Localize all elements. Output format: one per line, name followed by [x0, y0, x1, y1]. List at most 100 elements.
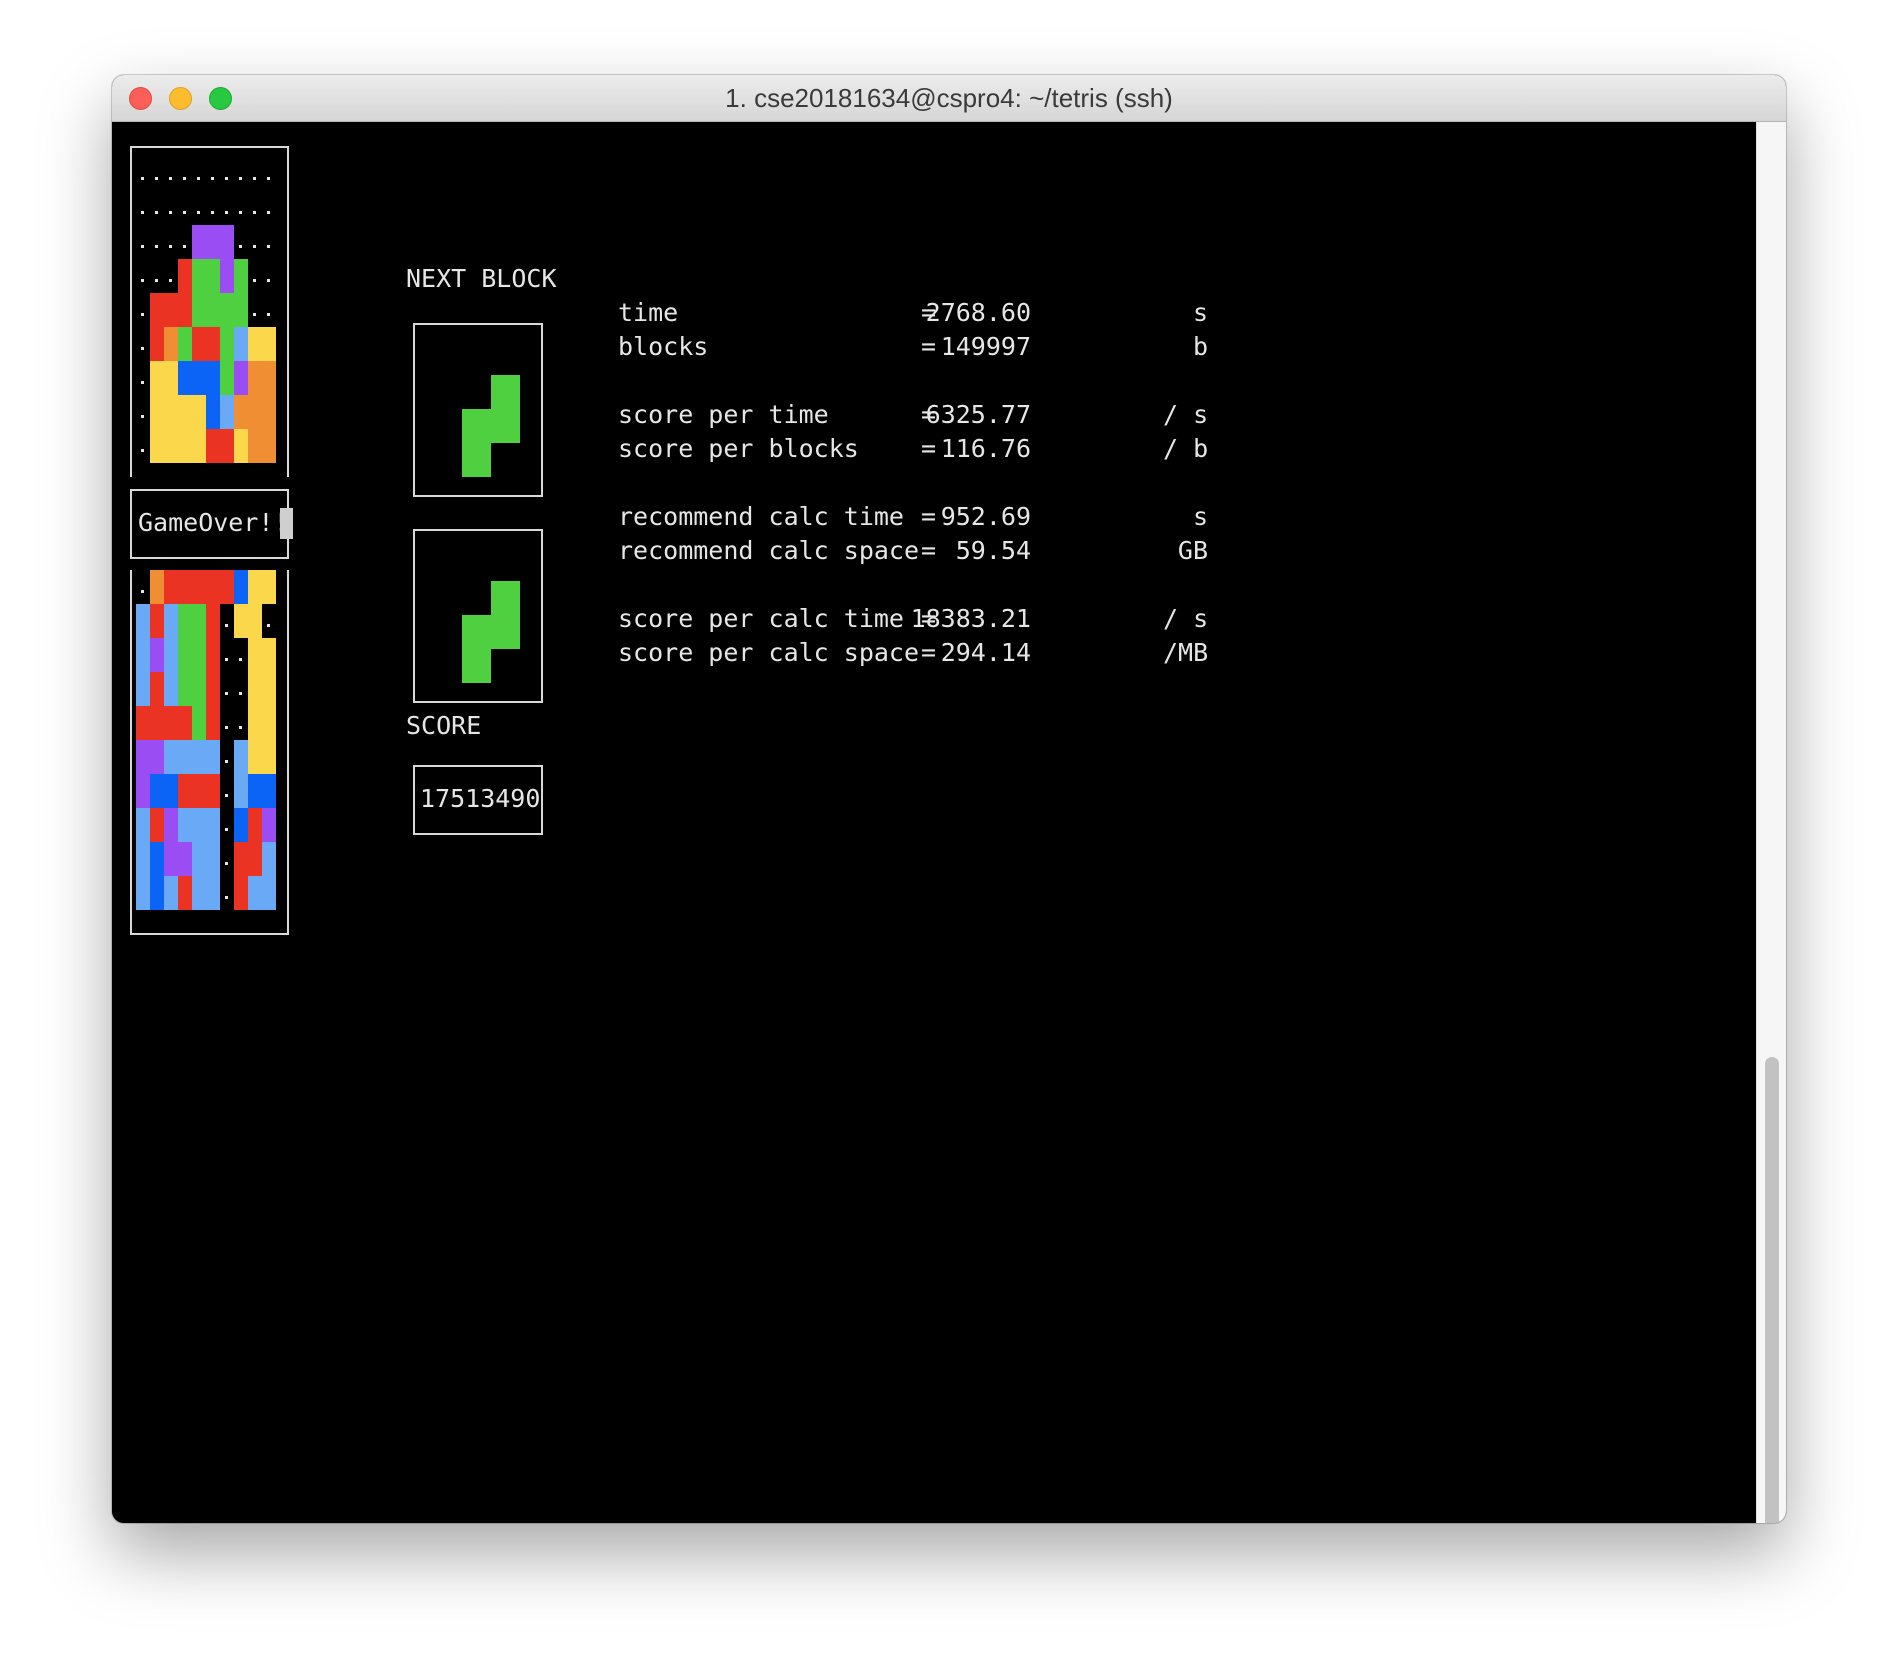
block-cell [234, 740, 248, 774]
block-cell [262, 638, 276, 672]
block-cell [150, 774, 164, 808]
empty-cell [169, 177, 172, 180]
empty-cell [141, 313, 144, 316]
stat-label: score per blocks [618, 434, 859, 463]
empty-cell [169, 279, 172, 282]
block-cell [192, 774, 206, 808]
scrollbar[interactable] [1756, 122, 1786, 1523]
empty-cell [197, 177, 200, 180]
block-cell [164, 429, 178, 463]
block-cell [262, 672, 276, 706]
block-cell [164, 876, 178, 910]
block-cell [164, 293, 178, 327]
block-cell [248, 740, 262, 774]
stat-label: recommend calc space [618, 536, 920, 565]
block-cell [150, 638, 164, 672]
empty-cell [267, 245, 270, 248]
block-cell [206, 842, 220, 876]
empty-cell [225, 211, 228, 214]
block-cell [234, 808, 248, 842]
block-cell [192, 604, 206, 638]
block-cell [178, 672, 192, 706]
stat-label: score per time [618, 400, 829, 429]
stat-unit: s [1192, 298, 1208, 327]
block-cell [164, 808, 178, 842]
empty-cell [141, 415, 144, 418]
stat-unit: / b [1163, 434, 1209, 463]
next-block-preview [413, 323, 543, 497]
title-bar[interactable]: 1. cse20181634@cspro4: ~/tetris (ssh) [112, 75, 1786, 122]
block-cell [234, 395, 248, 429]
empty-cell [183, 245, 186, 248]
game-over-box: GameOver!! [130, 489, 293, 559]
block-cell [178, 429, 192, 463]
stat-label: score per calc time [618, 604, 904, 633]
stat-equals: = [921, 536, 937, 565]
block-cell [150, 842, 164, 876]
next-block-label: NEXT BLOCK [406, 264, 557, 293]
empty-cell [155, 245, 158, 248]
stat-value: 59.54 [955, 536, 1031, 565]
block-cell [192, 361, 206, 395]
block-cell [192, 570, 206, 604]
stat-unit: / s [1163, 400, 1209, 429]
block-cell [178, 570, 192, 604]
block-cell [136, 808, 150, 842]
scrollbar-thumb[interactable] [1765, 1057, 1779, 1523]
stat-unit: / s [1163, 604, 1209, 633]
empty-cell [225, 624, 228, 627]
block-cell [206, 259, 220, 293]
stat-value: 2768.60 [925, 298, 1031, 327]
block-cell [178, 604, 192, 638]
block-cell [136, 604, 150, 638]
next-block-cell [462, 443, 491, 477]
empty-cell [225, 896, 228, 899]
stat-label: recommend calc time [618, 502, 904, 531]
next-block-cell [491, 375, 520, 409]
block-cell [220, 429, 234, 463]
terminal-window: 1. cse20181634@cspro4: ~/tetris (ssh) Ga… [112, 75, 1786, 1523]
block-cell [262, 740, 276, 774]
block-cell [206, 293, 220, 327]
block-cell [262, 429, 276, 463]
block-cell [136, 706, 150, 740]
block-cell [206, 672, 220, 706]
block-cell [248, 706, 262, 740]
block-cell [262, 395, 276, 429]
next-block-preview-2 [413, 529, 543, 703]
stat-value: 952.69 [940, 502, 1031, 531]
block-cell [248, 570, 262, 604]
block-cell [164, 395, 178, 429]
stat-row-blocks: blocks = 149997 b [618, 330, 1218, 364]
block-cell [192, 327, 206, 361]
empty-cell [155, 211, 158, 214]
game-over-text: GameOver!! [138, 508, 289, 537]
stat-label: score per calc space [618, 638, 920, 667]
block-cell [178, 842, 192, 876]
block-cell [150, 361, 164, 395]
terminal-cursor [280, 508, 293, 539]
block-cell [150, 429, 164, 463]
score-box: 17513490 [413, 765, 543, 835]
block-cell [248, 876, 262, 910]
block-cell [206, 876, 220, 910]
block-cell [206, 706, 220, 740]
block-cell [206, 395, 220, 429]
block-cell [178, 876, 192, 910]
block-cell [248, 808, 262, 842]
empty-cell [225, 658, 228, 661]
block-cell [178, 706, 192, 740]
block-cell [136, 876, 150, 910]
block-cell [234, 774, 248, 808]
block-cell [220, 327, 234, 361]
block-cell [164, 638, 178, 672]
terminal-content[interactable]: GameOver!! NEXT BLOCK SCORE 17513490 tim… [112, 122, 1756, 1523]
block-cell [164, 842, 178, 876]
empty-cell [155, 177, 158, 180]
block-cell [234, 604, 248, 638]
empty-cell [253, 245, 256, 248]
block-cell [164, 706, 178, 740]
empty-cell [141, 177, 144, 180]
block-cell [234, 570, 248, 604]
game-board-top [130, 146, 289, 477]
